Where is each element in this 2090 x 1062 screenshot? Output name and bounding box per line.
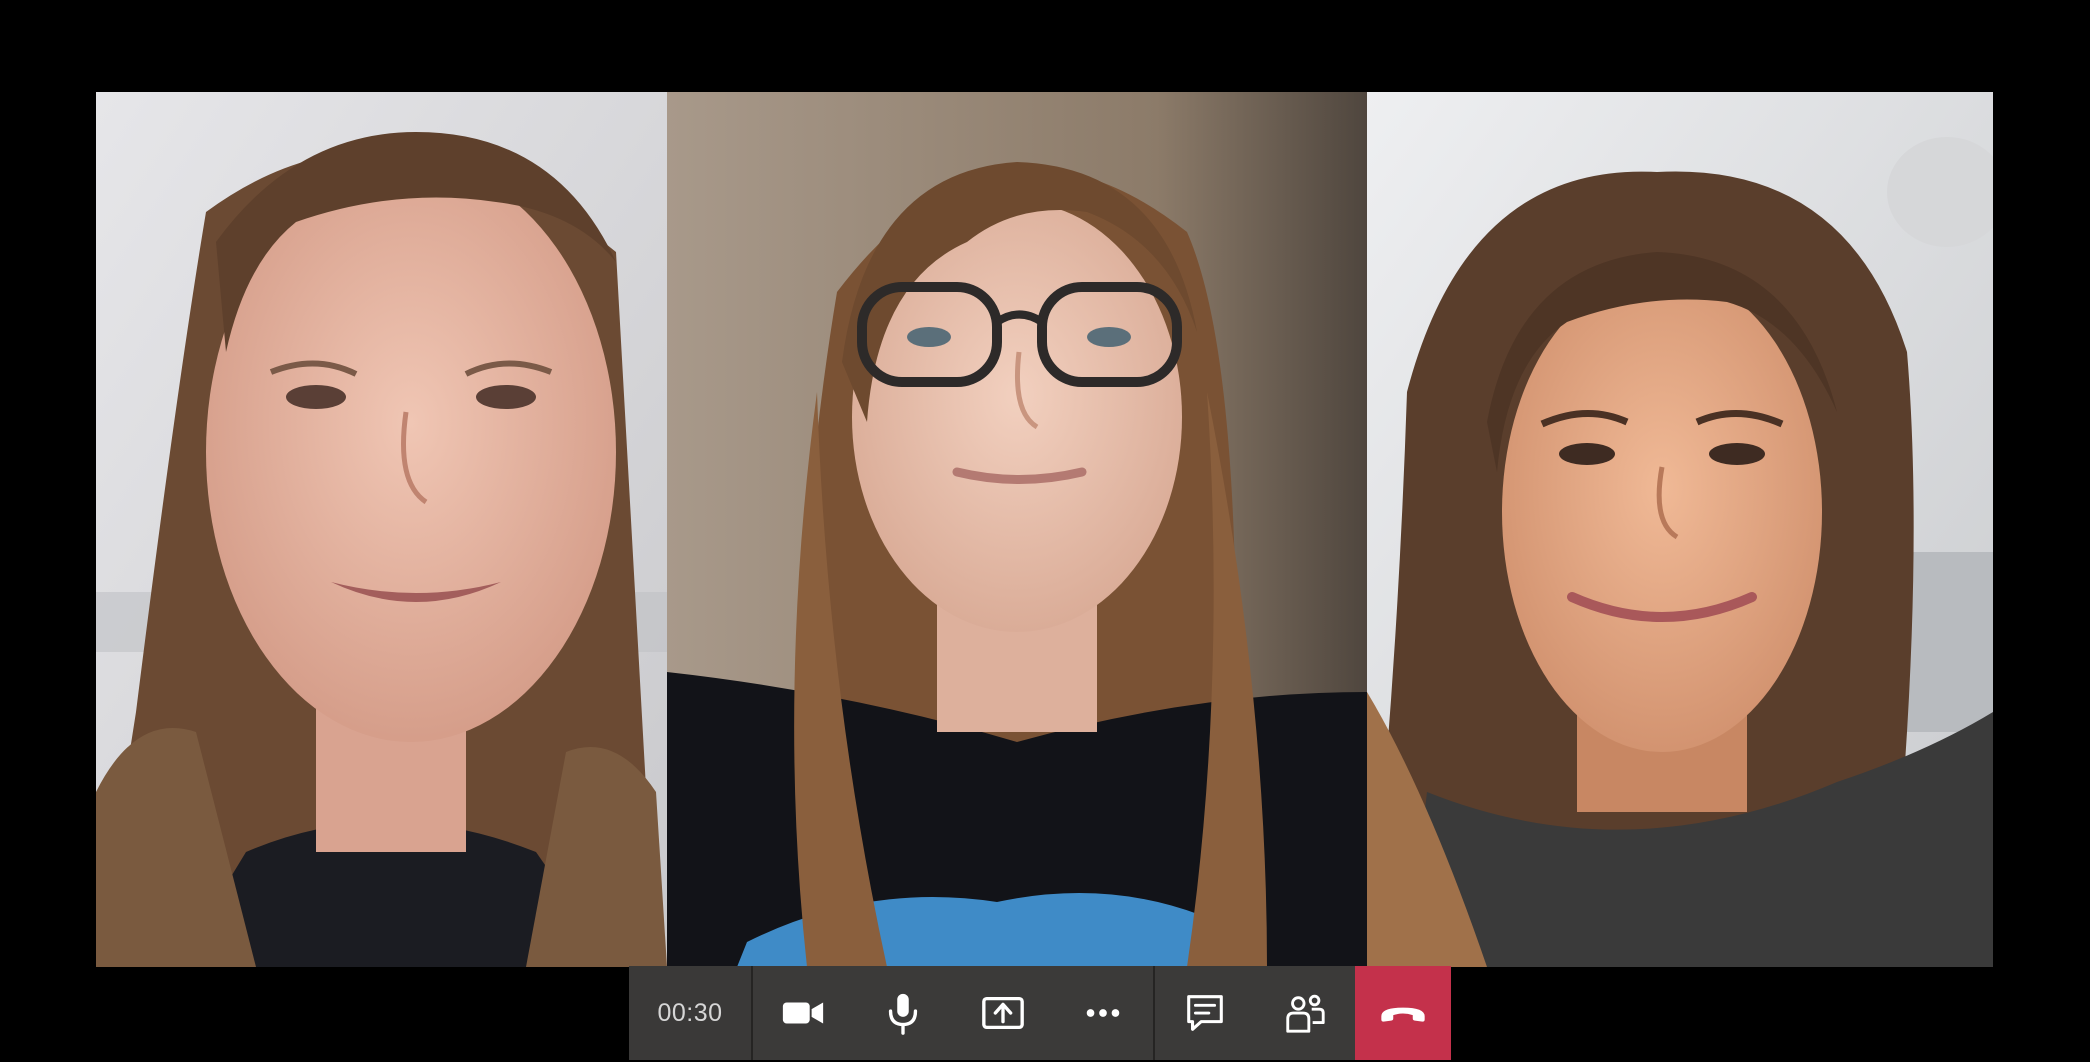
participant-video-feed bbox=[667, 92, 1367, 967]
more-options-button[interactable] bbox=[1053, 966, 1153, 1060]
more-options-icon bbox=[1086, 1009, 1120, 1017]
call-side-controls bbox=[1155, 966, 1355, 1060]
video-call-window: 00:30 bbox=[0, 0, 2090, 1062]
call-media-controls bbox=[753, 966, 1155, 1060]
participant-video-center[interactable] bbox=[667, 92, 1367, 967]
participant-video-left[interactable] bbox=[96, 92, 667, 967]
microphone-icon bbox=[888, 993, 918, 1035]
video-grid bbox=[96, 92, 1993, 967]
microphone-toggle-button[interactable] bbox=[853, 966, 953, 1060]
camera-toggle-button[interactable] bbox=[753, 966, 853, 1060]
participants-icon bbox=[1286, 994, 1325, 1033]
show-participants-button[interactable] bbox=[1255, 966, 1355, 1060]
hang-up-icon bbox=[1381, 1007, 1425, 1022]
participant-video-right[interactable] bbox=[1367, 92, 1993, 967]
participant-video-feed bbox=[96, 92, 667, 967]
call-timer: 00:30 bbox=[629, 966, 753, 1060]
show-conversation-button[interactable] bbox=[1155, 966, 1255, 1060]
hang-up-button[interactable] bbox=[1355, 966, 1451, 1060]
share-screen-icon bbox=[982, 996, 1024, 1030]
call-control-bar: 00:30 bbox=[629, 966, 1451, 1060]
camera-icon bbox=[782, 1002, 824, 1024]
share-screen-button[interactable] bbox=[953, 966, 1053, 1060]
participant-video-feed bbox=[1367, 92, 1993, 967]
chat-icon bbox=[1187, 995, 1223, 1031]
